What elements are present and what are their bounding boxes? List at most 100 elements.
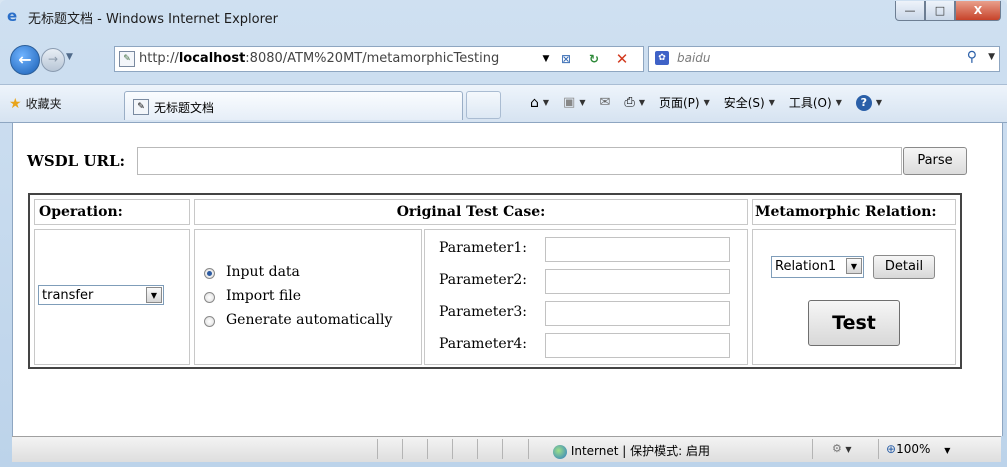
close-button[interactable]: X: [955, 1, 1001, 21]
stop-icon[interactable]: ✕: [614, 51, 630, 67]
globe-icon: [553, 444, 567, 459]
status-bar: Internet | 保护模式: 启用 ⚙ ▼ ⊕100% ▼: [12, 436, 1001, 462]
chevron-down-icon: ▼: [638, 98, 645, 107]
search-dropdown-icon[interactable]: ▼: [988, 52, 995, 62]
page-content: WSDL URL: Parse Operation: Original Test…: [12, 123, 1003, 436]
parameter4-label: Parameter4:: [439, 336, 527, 352]
home-button[interactable]: ⌂ ▼: [530, 94, 549, 111]
detail-button[interactable]: Detail: [873, 255, 935, 279]
wsdl-url-label: WSDL URL:: [27, 152, 126, 170]
status-divider: [477, 439, 478, 459]
radio-label-generate-automatically: Generate automatically: [226, 312, 393, 328]
rss-feed-icon: ▣: [563, 95, 576, 110]
chevron-down-icon: ▼: [146, 287, 162, 303]
status-divider: [427, 439, 428, 459]
star-icon: ★: [9, 96, 22, 112]
security-zone[interactable]: Internet | 保护模式: 启用: [553, 442, 710, 459]
window-controls: — □ X: [895, 1, 1001, 21]
page-favicon-icon: ✎: [133, 99, 149, 115]
zoom-control[interactable]: ⊕100% ▼: [886, 442, 950, 456]
tools-menu-label: 工具(O): [788, 96, 832, 110]
parameters-cell: Parameter1: Parameter2: Parameter3: Para…: [424, 229, 748, 365]
chevron-down-icon: ▼: [944, 446, 951, 455]
relation-cell: Relation1 ▼ Detail Test: [752, 229, 956, 365]
parameter2-input[interactable]: [545, 269, 730, 294]
chevron-down-icon: ▼: [703, 98, 710, 107]
chevron-down-icon: ▼: [845, 445, 852, 454]
chevron-down-icon: ▼: [835, 98, 842, 107]
printer-icon: ⎙: [624, 95, 635, 110]
toolbar-buttons: ⌂ ▼ ▣ ▼ ✉ ⎙ ▼ 页面(P) ▼ 安全(S) ▼ 工具(O) ▼ ? ▼: [530, 94, 882, 111]
status-divider: [528, 439, 529, 459]
status-divider: [502, 439, 503, 459]
radio-input-data[interactable]: [204, 268, 215, 279]
search-input[interactable]: baidu: [677, 51, 711, 65]
parse-button[interactable]: Parse: [903, 147, 967, 175]
parameter4-input[interactable]: [545, 333, 730, 358]
gear-icon: ⚙: [832, 442, 842, 455]
page-menu[interactable]: 页面(P) ▼: [659, 94, 710, 111]
wsdl-url-input[interactable]: [137, 147, 902, 175]
relation-select[interactable]: Relation1 ▼: [771, 256, 864, 278]
help-button[interactable]: ? ▼: [855, 94, 882, 111]
search-box[interactable]: ✿ baidu ⚲ ▼: [648, 46, 1000, 72]
add-ons-button[interactable]: ⚙ ▼: [832, 442, 852, 455]
compatibility-view-icon[interactable]: ⊠: [558, 51, 574, 67]
chevron-down-icon: ▼: [579, 98, 586, 107]
window-title: 无标题文档 - Windows Internet Explorer: [28, 12, 278, 27]
parameter3-input[interactable]: [545, 301, 730, 326]
radio-import-file[interactable]: [204, 292, 215, 303]
parameter3-label: Parameter3:: [439, 304, 527, 320]
radio-generate-automatically[interactable]: [204, 316, 215, 327]
chevron-down-icon: ▼: [768, 98, 775, 107]
maximize-button[interactable]: □: [925, 1, 955, 21]
favorites-button[interactable]: ★ 收藏夹: [9, 95, 62, 112]
relation-value: Relation1: [775, 259, 837, 274]
safety-menu-label: 安全(S): [723, 96, 765, 110]
radio-label-import-file: Import file: [226, 288, 302, 304]
test-button[interactable]: Test: [808, 300, 900, 346]
test-case-table: Operation: Original Test Case: Metamorph…: [28, 193, 962, 369]
operation-header: Operation:: [34, 199, 190, 225]
tools-menu[interactable]: 工具(O) ▼: [789, 94, 842, 111]
operation-select[interactable]: transfer ▼: [38, 285, 164, 305]
metamorphic-relation-header: Metamorphic Relation:: [752, 199, 956, 225]
search-icon[interactable]: ⚲: [967, 49, 977, 65]
parameter2-label: Parameter2:: [439, 272, 527, 288]
tab-current[interactable]: ✎ 无标题文档: [124, 91, 463, 120]
status-divider: [452, 439, 453, 459]
refresh-icon[interactable]: ↻: [586, 51, 602, 67]
tab-title: 无标题文档: [154, 101, 215, 115]
print-button[interactable]: ⎙ ▼: [624, 94, 645, 111]
ie-logo-icon: e: [7, 7, 18, 25]
feeds-button[interactable]: ▣ ▼: [563, 94, 585, 111]
address-dropdown-icon[interactable]: ▼: [538, 51, 554, 67]
chevron-down-icon: ▼: [542, 98, 550, 107]
home-icon: ⌂: [530, 94, 539, 111]
input-method-cell: Input data Import file Generate automati…: [194, 229, 422, 365]
chevron-down-icon: ▼: [875, 98, 882, 107]
radio-label-input-data: Input data: [226, 264, 300, 280]
back-arrow-icon[interactable]: ←: [10, 45, 40, 75]
url-text[interactable]: http://localhost:8080/ATM%20MT/metamorph…: [139, 51, 499, 66]
title-bar: e 无标题文档 - Windows Internet Explorer — □ …: [0, 0, 1007, 34]
magnifier-icon: ⊕: [886, 442, 897, 456]
browser-window: e 无标题文档 - Windows Internet Explorer — □ …: [0, 0, 1007, 467]
help-icon: ?: [855, 94, 872, 111]
new-tab-button[interactable]: [466, 91, 501, 119]
page-menu-label: 页面(P): [658, 96, 700, 110]
parameter1-input[interactable]: [545, 237, 730, 262]
status-divider: [377, 439, 378, 459]
url-rest: :8080/ATM%20MT/metamorphicTesting: [245, 51, 500, 66]
status-divider: [878, 439, 879, 459]
url-prefix: http://: [139, 51, 179, 66]
parameter1-label: Parameter1:: [439, 240, 527, 256]
safety-menu[interactable]: 安全(S) ▼: [724, 94, 775, 111]
forward-arrow-icon[interactable]: →: [41, 48, 65, 72]
history-dropdown-icon[interactable]: ▼: [66, 52, 73, 62]
url-host: localhost: [178, 51, 246, 66]
mail-button[interactable]: ✉: [600, 94, 611, 111]
zoom-level: 100%: [896, 442, 931, 456]
address-bar[interactable]: ✎ http://localhost:8080/ATM%20MT/metamor…: [114, 46, 644, 72]
minimize-button[interactable]: —: [895, 1, 925, 21]
